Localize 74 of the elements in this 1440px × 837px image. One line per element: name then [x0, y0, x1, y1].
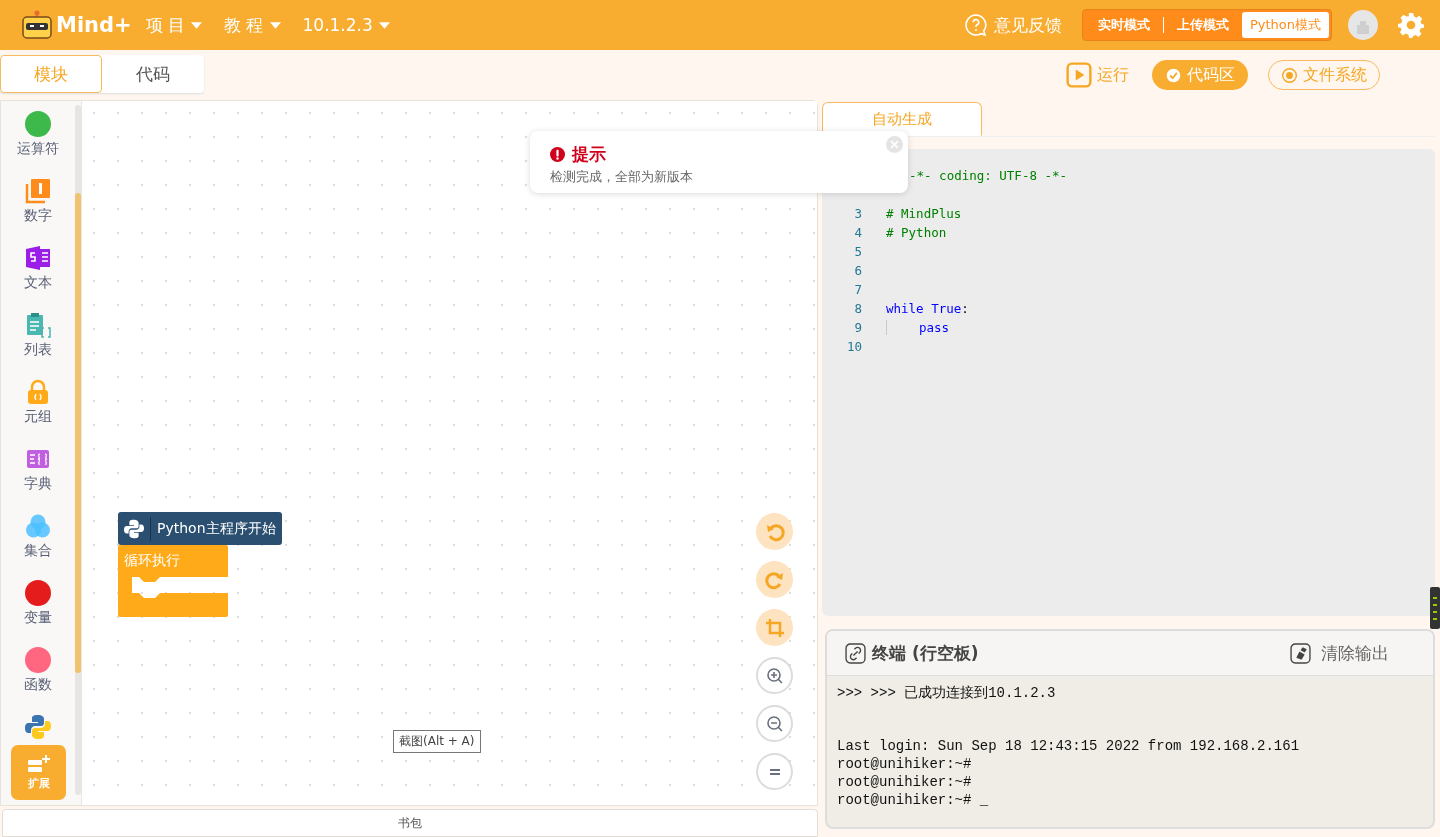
terminal-title: 终端 (行空板) [872, 641, 979, 665]
line-number: 10 [846, 339, 862, 354]
app-logo-text: Mind+ [56, 13, 132, 37]
padlock-icon [25, 379, 51, 405]
zoom-out-icon [764, 713, 785, 734]
category-item[interactable]: 文本 [24, 245, 52, 306]
line-number: 5 [854, 244, 862, 259]
crop-button[interactable] [756, 609, 793, 646]
terminal-line: root@unihiker:~# [837, 774, 972, 790]
redo-icon [764, 569, 785, 590]
eraser-icon [1290, 642, 1311, 664]
level-meter-icon [1430, 587, 1440, 629]
line-number: 4 [854, 225, 862, 240]
equals-icon [769, 768, 780, 775]
category-item[interactable]: 数字 [24, 178, 52, 239]
robot-logo-icon [20, 10, 54, 40]
loop-block-label: 循环执行 [124, 552, 180, 570]
python-icon [124, 518, 144, 539]
category-item[interactable]: 函数 [24, 647, 52, 708]
terminal-line: >>> >>> 已成功连接到10.1.2.3 [837, 685, 1056, 701]
code-line: -*- coding: UTF-8 -*- [909, 168, 1068, 183]
stacked-squares-icon [25, 178, 51, 204]
warning-icon [550, 147, 565, 162]
code-line: # Python [886, 225, 947, 240]
avatar-icon[interactable] [1348, 10, 1378, 40]
zoom-out-button[interactable] [756, 705, 793, 742]
check-icon [1165, 66, 1182, 84]
scrollbar-thumb[interactable] [75, 193, 81, 673]
help-bubble-icon [963, 13, 988, 37]
category-item[interactable]: 元组 [24, 379, 52, 440]
caret-icon [191, 21, 203, 29]
undo-icon [764, 521, 785, 542]
view-tab[interactable]: 代码 [102, 55, 204, 93]
python-category-icon[interactable] [25, 714, 51, 742]
category-item[interactable]: 字典 [24, 446, 52, 507]
crop-icon [764, 617, 785, 638]
code-line: # MindPlus [886, 206, 962, 221]
close-icon[interactable] [886, 136, 903, 153]
line-number: 6 [854, 263, 862, 278]
clipboard-icon [25, 312, 51, 338]
caret-icon [378, 21, 390, 29]
line-number: 3 [854, 206, 862, 221]
line-number: 9 [854, 320, 862, 335]
link-icon [845, 642, 866, 664]
zoom-in-button[interactable] [756, 657, 793, 694]
radio-icon [1281, 66, 1298, 84]
line-number: 8 [854, 301, 862, 316]
toast-message: 检测完成，全部为新版本 [550, 168, 694, 186]
terminal-line: Last login: Sun Sep 18 12:43:15 2022 from 192.168.2.161 [837, 738, 1300, 754]
blocks-plus-icon [26, 754, 51, 774]
backpack-bar[interactable]: 书包 [2, 809, 818, 837]
reset-zoom-button[interactable] [756, 753, 793, 790]
redo-button[interactable] [756, 561, 793, 598]
document-icon [25, 245, 51, 271]
venn-diagram-icon [25, 513, 51, 539]
play-icon [1066, 62, 1092, 88]
code-line: pass [919, 320, 950, 335]
clear-output-button[interactable]: 清除输出 [1290, 641, 1389, 665]
category-item[interactable]: 变量 [24, 580, 52, 641]
python-icon [25, 714, 51, 740]
line-number: 7 [854, 282, 862, 297]
category-item[interactable]: 运算符 [17, 111, 59, 172]
zoom-in-icon [764, 665, 785, 686]
settings-icon[interactable] [1398, 12, 1424, 38]
terminal-line: root@unihiker:~# [837, 756, 972, 772]
undo-button[interactable] [756, 513, 793, 550]
loop-block[interactable] [118, 545, 228, 617]
caret-icon [269, 21, 281, 29]
terminal-line: root@unihiker:~# _ [837, 792, 989, 808]
category-item[interactable]: 集合 [24, 513, 52, 574]
toast-title: 提示 [572, 143, 606, 166]
code-line: while True: [886, 301, 969, 316]
category-item[interactable]: 列表 [24, 312, 52, 373]
screenshot-tooltip: 截图(Alt + A) [393, 730, 481, 753]
